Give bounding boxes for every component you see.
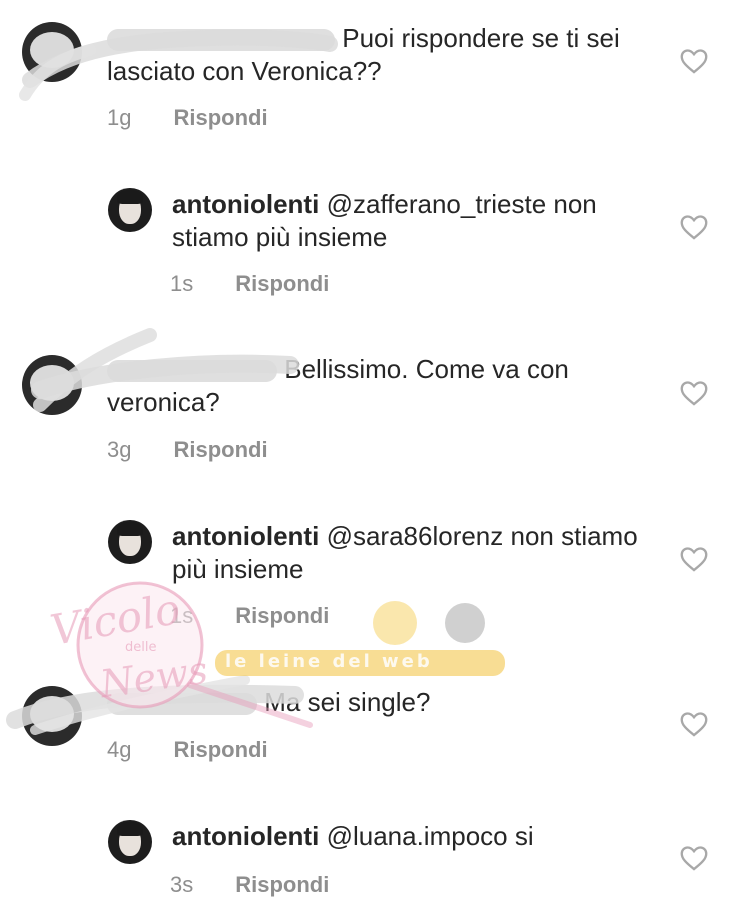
like-heart-icon[interactable] [680,48,708,74]
comment-time: 1s [170,271,194,296]
comment-username[interactable]: antoniolenti [172,821,319,851]
watermark-banner-text: le leine del web [225,651,433,672]
comment-time: 1g [107,105,132,130]
reply-button[interactable]: Rispondi [235,271,329,296]
comment-text: antoniolenti @luana.impoco si [172,821,534,851]
avatar[interactable] [22,355,82,415]
masked-username [107,29,335,52]
reply-button[interactable]: Rispondi [235,872,329,897]
comment-time: 3s [170,872,194,897]
comment-meta: 3g Rispondi [107,437,268,463]
comment-username[interactable]: antoniolenti [172,521,319,551]
avatar[interactable] [108,520,152,564]
avatar[interactable] [108,820,152,864]
comment-meta: 1s Rispondi [170,271,329,297]
comment-text: antoniolenti @sara86lorenz non stiamo pi… [172,521,638,584]
comment-meta: 1g Rispondi [107,105,268,131]
comment-username[interactable]: antoniolenti [172,189,319,219]
reply-button[interactable]: Rispondi [173,105,267,130]
like-heart-icon[interactable] [680,546,708,572]
watermark-logo-small: delle [125,640,157,655]
comment-text: Ma sei single? [107,686,647,719]
comment-time: 3g [107,437,132,462]
like-heart-icon[interactable] [680,711,708,737]
like-heart-icon[interactable] [680,214,708,240]
comment-text: Puoi rispondere se ti sei lasciato con V… [107,23,620,86]
watermark: Vicolo delle News le leine del web [40,575,510,745]
avatar[interactable] [22,22,82,82]
comment-text: Bellissimo. Come va con veronica? [107,354,569,417]
watermark-logo-text: Vicolo [46,584,184,655]
avatar[interactable] [22,686,82,746]
comment-meta: 3s Rispondi [170,872,329,898]
like-heart-icon[interactable] [680,845,708,871]
reply-button[interactable]: Rispondi [235,603,329,628]
comment-time: 1s [170,603,194,628]
watermark-graphic [76,581,505,728]
reply-button[interactable]: Rispondi [173,437,267,462]
comment-text: antoniolenti @zafferano_trieste non stia… [172,189,597,252]
reply-button[interactable]: Rispondi [173,737,267,762]
masked-username [107,360,277,383]
comment-meta: 1s Rispondi [170,603,329,629]
masked-username [107,693,257,716]
comment-meta: 4g Rispondi [107,737,268,763]
comment-time: 4g [107,737,132,762]
avatar[interactable] [108,188,152,232]
like-heart-icon[interactable] [680,380,708,406]
